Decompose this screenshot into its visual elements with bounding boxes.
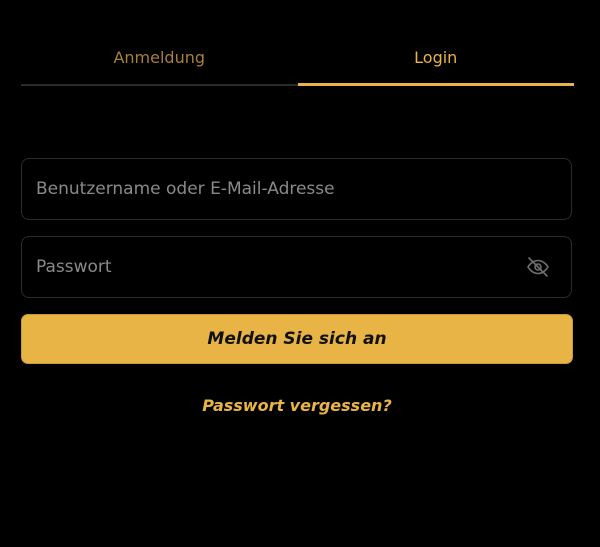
forgot-password-link[interactable]: Passwort vergessen? xyxy=(0,396,594,415)
login-page: Anmeldung Login Melden Sie sich an Passw… xyxy=(0,0,600,547)
tab-login[interactable]: Login xyxy=(297,38,574,86)
tab-anmeldung[interactable]: Anmeldung xyxy=(21,38,298,86)
password-input[interactable] xyxy=(22,237,525,297)
tab-login-label: Login xyxy=(414,48,458,67)
username-input[interactable] xyxy=(22,159,571,219)
eye-off-icon[interactable] xyxy=(525,254,551,280)
tab-anmeldung-label: Anmeldung xyxy=(113,48,206,67)
username-field-container xyxy=(21,158,572,220)
password-field-container xyxy=(21,236,572,298)
login-submit-button[interactable]: Melden Sie sich an xyxy=(21,314,573,364)
auth-tabs: Anmeldung Login xyxy=(21,38,574,86)
